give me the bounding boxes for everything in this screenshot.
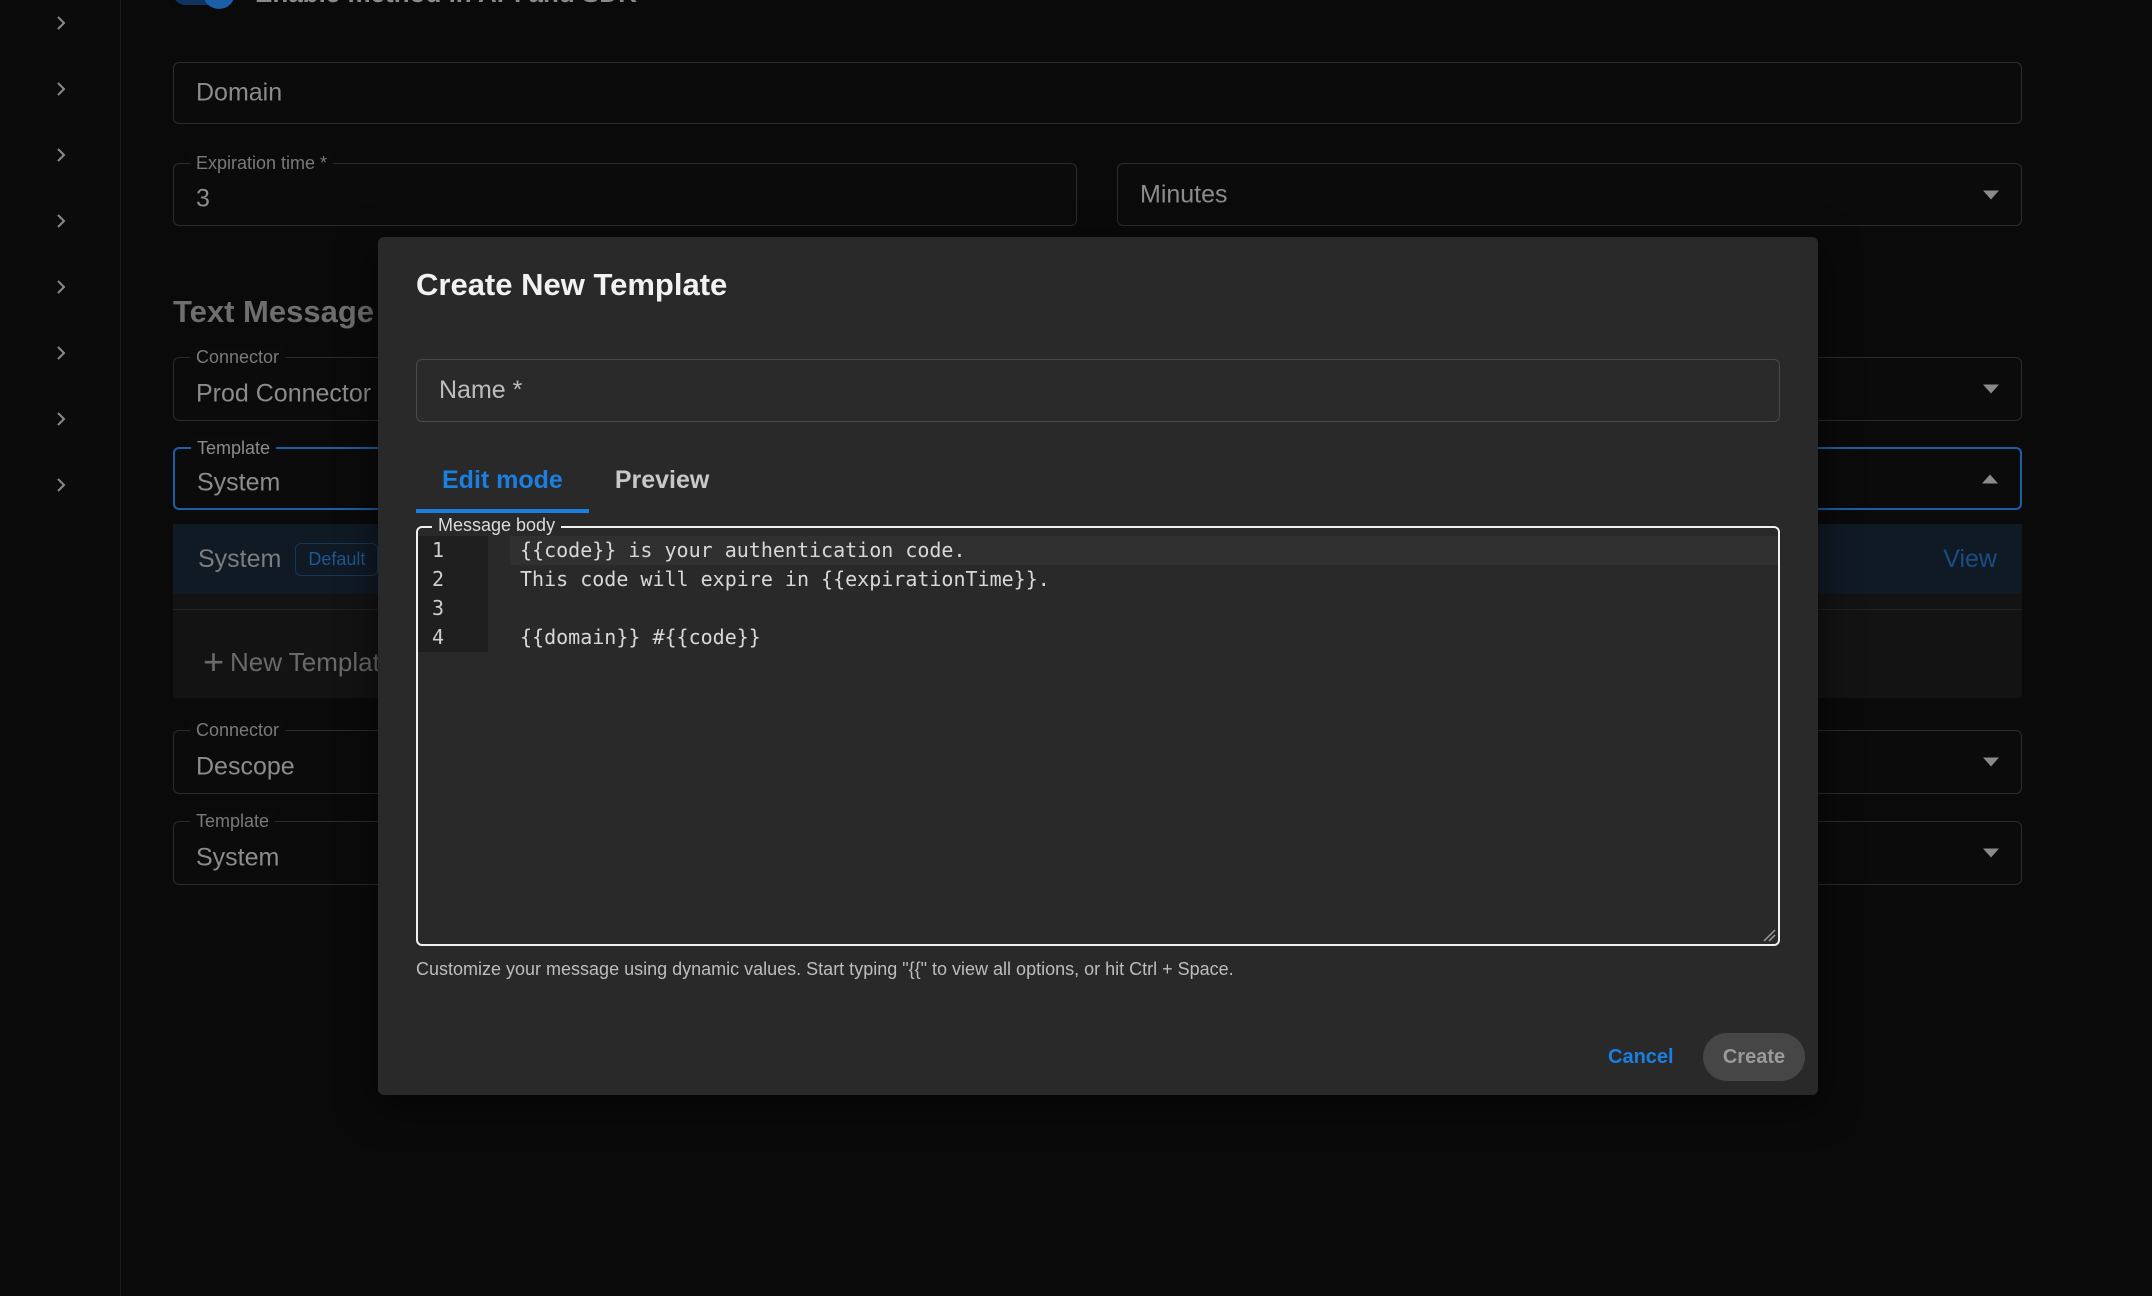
line-number: 2 — [432, 567, 445, 591]
section-title: Text Message — [173, 294, 375, 329]
connector-value: Prod Connector — [196, 379, 372, 408]
line-number: 3 — [432, 596, 445, 620]
helper-text: Customize your message using dynamic val… — [416, 959, 1234, 979]
expiration-time-field[interactable]: Expiration time * 3 — [173, 152, 1077, 226]
expiration-time-label: Expiration time * — [190, 152, 334, 174]
caret-down-icon — [1983, 190, 1999, 199]
toggle-label: Enable method in API and SDK — [255, 0, 637, 9]
cancel-button[interactable]: Cancel — [1606, 1034, 1676, 1080]
expiration-unit-select[interactable]: Minutes — [1117, 163, 2022, 226]
line-text: {{domain}} #{{code}} — [520, 625, 761, 649]
caret-down-icon — [1983, 757, 1999, 767]
expiration-time-value: 3 — [196, 184, 210, 213]
template-value: System — [197, 468, 281, 497]
line-number: 4 — [432, 625, 445, 649]
name-input[interactable] — [417, 360, 1779, 421]
expiration-unit-value: Minutes — [1140, 180, 1228, 208]
toggle-knob — [203, 0, 235, 9]
code-line[interactable]: 4 {{domain}} #{{code}} — [418, 623, 1778, 652]
code-line[interactable]: 2 This code will expire in {{expirationT… — [418, 565, 1778, 594]
new-template-label: New Template — [230, 646, 395, 677]
create-template-dialog: Create New Template Edit mode Preview Me… — [378, 237, 1818, 1095]
line-number: 1 — [432, 538, 445, 562]
message-body-label: Message body — [432, 514, 562, 536]
template-label: Template — [191, 437, 277, 459]
code-editor[interactable]: 1 {{code}} is your authentication code. … — [418, 536, 1778, 944]
connector-label: Connector — [190, 719, 286, 741]
template-value: System — [196, 843, 280, 872]
api-sdk-toggle[interactable] — [173, 0, 235, 9]
resize-handle-icon[interactable] — [1762, 928, 1776, 942]
code-line[interactable]: 1 {{code}} is your authentication code. — [432, 536, 1778, 565]
plus-icon: + — [203, 641, 225, 682]
api-sdk-toggle-row: Enable method in API and SDK — [173, 0, 637, 9]
caret-up-icon — [1982, 474, 1998, 483]
template-label: Template — [190, 810, 276, 832]
message-body-field[interactable]: Message body 1 {{code}} is your authenti… — [416, 514, 1780, 946]
dialog-title: Create New Template — [416, 267, 728, 302]
create-button[interactable]: Create — [1703, 1033, 1805, 1081]
default-badge: Default — [295, 542, 379, 576]
code-line[interactable]: 3 — [418, 594, 1778, 623]
caret-down-icon — [1983, 384, 1999, 394]
domain-field[interactable]: Domain — [173, 62, 2022, 124]
view-link[interactable]: View — [1943, 545, 1997, 574]
option-name: System — [198, 544, 282, 573]
line-text: This code will expire in {{expirationTim… — [520, 567, 1050, 591]
caret-down-icon — [1983, 848, 1999, 858]
tab-preview[interactable]: Preview — [589, 449, 736, 511]
mode-tabs: Edit mode Preview — [416, 449, 736, 513]
connector-label: Connector — [190, 346, 286, 368]
line-text: {{code}} is your authentication code. — [520, 538, 966, 562]
name-field[interactable] — [416, 359, 1780, 422]
domain-placeholder: Domain — [196, 78, 283, 107]
new-template-button[interactable]: + New Template — [203, 634, 394, 690]
connector-value: Descope — [196, 752, 295, 781]
tab-edit-mode[interactable]: Edit mode — [416, 449, 589, 513]
